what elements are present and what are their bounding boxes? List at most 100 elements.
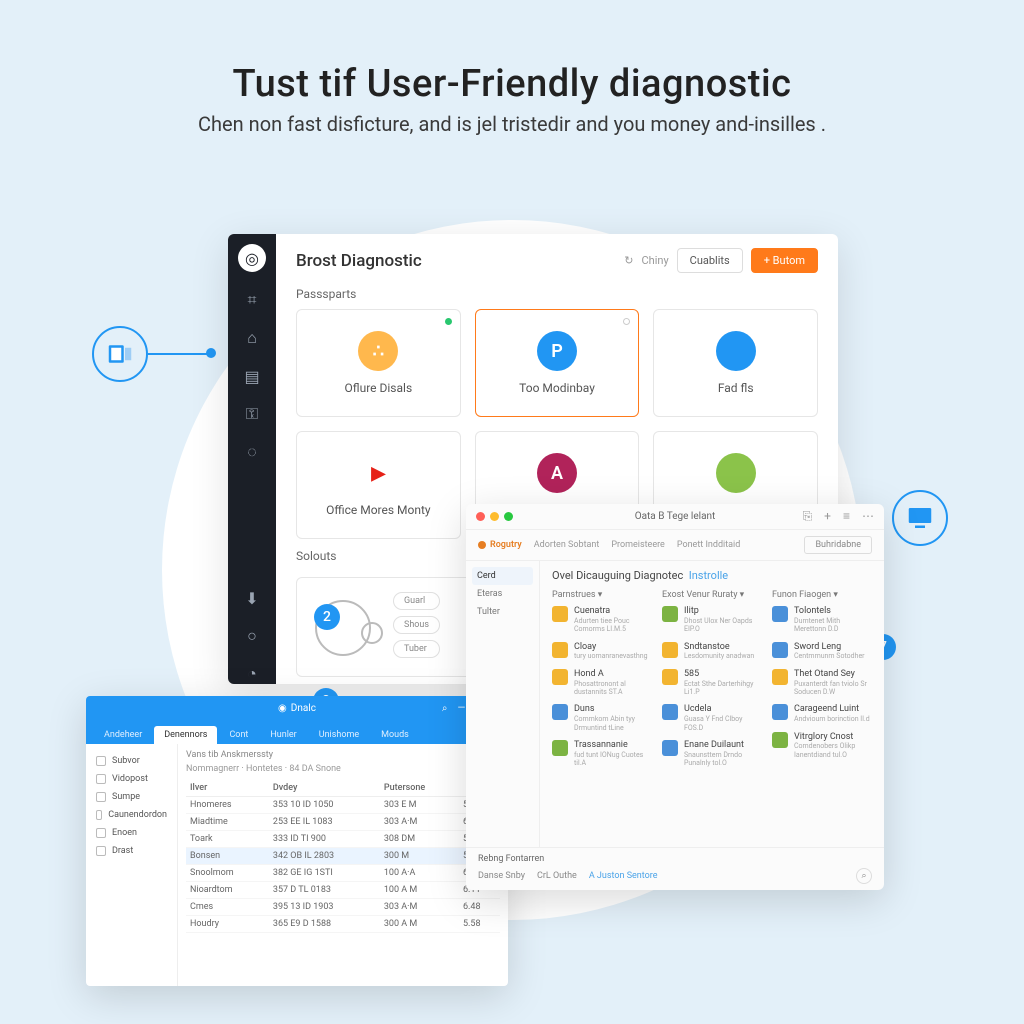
column-header[interactable]: Dvdey xyxy=(269,780,380,797)
sidebar-download-icon[interactable]: ⬇ xyxy=(242,588,262,608)
tab[interactable]: Hunler xyxy=(260,726,306,744)
item-label: UcdelaGuasa Y Fnd Clboy FOS.D xyxy=(684,704,762,732)
tab[interactable]: Andeheer xyxy=(94,726,152,744)
table-row[interactable]: Bonsen342 OB IL 2803300 M5.44 xyxy=(186,848,500,865)
sub-link[interactable]: Ponett Indditaid xyxy=(677,540,740,550)
chip[interactable]: Guarl xyxy=(393,592,440,610)
sidebar-key-icon[interactable]: ⚿ xyxy=(242,404,262,424)
item-label: DunsCommkom Abin tyy Drmuntind tLine xyxy=(574,704,652,732)
catalog-item[interactable]: Vitrglory CnostComdenobers Olikp Ianentd… xyxy=(772,732,872,760)
nav-item-label: Sumpe xyxy=(112,792,140,802)
table-row[interactable]: Toark333 ID TI 900308 DM5.48 xyxy=(186,831,500,848)
chip[interactable]: Shous xyxy=(393,616,440,634)
footer-item[interactable]: Danse Snby xyxy=(478,871,525,881)
column-header[interactable]: Putersone xyxy=(380,780,459,797)
nav-item[interactable]: Tulter xyxy=(472,603,533,621)
app-icon: ◉ xyxy=(278,703,287,714)
more-icon[interactable]: ⋯ xyxy=(862,509,874,524)
catalog-item[interactable]: Thet Otand SeyPuxanterdt fan tviolo Sr S… xyxy=(772,669,872,697)
sidebar-sliders-icon[interactable]: ⌗ xyxy=(242,290,262,310)
tab[interactable]: Cont xyxy=(219,726,258,744)
nav-item[interactable]: Subvor xyxy=(92,752,171,770)
sub-link[interactable]: Promeisteere xyxy=(611,540,665,550)
app-logo-icon[interactable]: ◎ xyxy=(238,244,266,272)
primary-button[interactable]: + Butom xyxy=(751,248,818,273)
catalog-item[interactable]: IlitpDhost Ulox Ner Oapds EIP.O xyxy=(662,606,762,634)
sidebar-dot-icon[interactable]: ○ xyxy=(242,626,262,646)
table-row[interactable]: Snoolmom382 GE IG 1STI100 A·A6.38 xyxy=(186,865,500,882)
search-icon[interactable]: ⌕ xyxy=(856,868,872,884)
window-title: Brost Diagnostic xyxy=(296,251,422,271)
sidebar-gauge-icon[interactable]: ◔ xyxy=(242,664,262,684)
tile-label: Oflure Disals xyxy=(345,381,413,395)
item-label: Vitrglory CnostComdenobers Olikp Ianentd… xyxy=(794,732,872,760)
table-row[interactable]: Nioardtom357 D TL 0183100 A M6.11 xyxy=(186,882,500,899)
footer-item[interactable]: CrL Outhe xyxy=(537,871,577,881)
data-table: IlverDvdeyPutersone Hnomeres353 10 ID 10… xyxy=(186,780,500,933)
catalog-item[interactable]: 585Ectat Sthe Darterhihgy Li1.P xyxy=(662,669,762,697)
column-header[interactable]: Ilver xyxy=(186,780,269,797)
catalog-item[interactable]: Sword LengCentmmunm Sotodher xyxy=(772,642,872,661)
sidebar-chat-icon[interactable]: ◌ xyxy=(242,442,262,462)
catalog-item[interactable]: UcdelaGuasa Y Fnd Clboy FOS.D xyxy=(662,704,762,732)
table-row[interactable]: Hnomeres353 10 ID 1050303 E M5 M xyxy=(186,797,500,814)
titlebar: ◉Dnalc ⌕ — ◻ ✕ xyxy=(86,696,508,720)
column-header[interactable]: Exost Venur Ruraty ▾ xyxy=(662,590,762,600)
table-cell: 333 ID TI 900 xyxy=(269,831,380,848)
add-icon[interactable]: + xyxy=(824,509,831,524)
catalog-item[interactable]: Carageend LuintAndvioum borinction Il.d xyxy=(772,704,872,723)
registry-pill[interactable]: Rogutry xyxy=(478,540,522,550)
tile-app-icon: ▶ xyxy=(358,453,398,493)
footer-link[interactable]: A Juston Sentore xyxy=(589,871,658,881)
nav-item[interactable]: Caunendordon xyxy=(92,806,171,824)
table-cell: 353 10 ID 1050 xyxy=(269,797,380,814)
table-row[interactable]: Cmes395 13 ID 1903303 A·M6.48 xyxy=(186,899,500,916)
catalog-item[interactable]: Trassannaniefud tunt IONug Cuotes til.A xyxy=(552,740,652,768)
hero-subtitle: Chen non fast disficture, and is jel tri… xyxy=(0,112,1024,136)
tab[interactable]: Mouds xyxy=(371,726,419,744)
catalog-item[interactable]: SndtanstoeLesdomunity anadwan xyxy=(662,642,762,661)
table-cell: 357 D TL 0183 xyxy=(269,882,380,899)
catalog-item[interactable]: DunsCommkom Abin tyy Drmuntind tLine xyxy=(552,704,652,732)
table-row[interactable]: Houdry365 E9 D 1588300 A M5.58 xyxy=(186,916,500,933)
item-icon xyxy=(662,704,678,720)
column-header[interactable]: Parnstrues ▾ xyxy=(552,590,652,600)
refresh-icon[interactable]: ↻ xyxy=(624,254,633,267)
minimize-icon[interactable]: — xyxy=(457,703,465,714)
tile-app-icon: P xyxy=(537,331,577,371)
traffic-lights[interactable] xyxy=(476,512,513,521)
item-icon xyxy=(662,642,678,658)
table-cell: Hnomeres xyxy=(186,797,269,814)
sidebar-home-icon[interactable]: ⌂ xyxy=(242,328,262,348)
catalog-item[interactable]: Enane DuilauntSnaunsttem Drndo Punalnly … xyxy=(662,740,762,768)
sub-button[interactable]: Buhridabne xyxy=(804,536,872,554)
column-header[interactable]: Funon Fiaogen ▾ xyxy=(772,590,872,600)
nav-item[interactable]: Cerd xyxy=(472,567,533,585)
catalog-item[interactable]: CuenatraAdurten tiee Pouc Comorms LI.M.5 xyxy=(552,606,652,634)
nav-item[interactable]: Sumpe xyxy=(92,788,171,806)
nav-item[interactable]: Vidopost xyxy=(92,770,171,788)
tab[interactable]: Unishome xyxy=(309,726,369,744)
outlook-float-icon xyxy=(92,326,148,382)
nav-item[interactable]: Drast xyxy=(92,842,171,860)
clipboard-icon[interactable]: ⎘ xyxy=(803,509,813,524)
sidebar-layers-icon[interactable]: ▤ xyxy=(242,366,262,386)
app-tile[interactable]: ∴Oflure Disals xyxy=(296,309,461,417)
table-row[interactable]: Miadtime253 EE IL 1083303 A·M6 M xyxy=(186,814,500,831)
nav-item[interactable]: Eteras xyxy=(472,585,533,603)
table-cell: 382 GE IG 1STI xyxy=(269,865,380,882)
catalog-item[interactable]: TolontelsDumtenet Mith Merettonn D.D xyxy=(772,606,872,634)
menu-icon[interactable]: ≡ xyxy=(843,509,850,524)
sub-link[interactable]: Adorten Sobtant xyxy=(534,540,600,550)
chip[interactable]: Tuber xyxy=(393,640,440,658)
catalog-item[interactable]: Hond APhosattronont al dustannits ST.A xyxy=(552,669,652,697)
nav-item-icon xyxy=(96,792,106,802)
search-icon[interactable]: ⌕ xyxy=(442,703,448,714)
app-tile[interactable]: Fad fls xyxy=(653,309,818,417)
catalog-item[interactable]: Cloaytury uomanranevasthng xyxy=(552,642,652,661)
nav-item[interactable]: Enoen xyxy=(92,824,171,842)
tab[interactable]: Denennors xyxy=(154,726,217,744)
app-tile[interactable]: ▶Office Mores Monty xyxy=(296,431,461,539)
secondary-button[interactable]: Cuablits xyxy=(677,248,743,273)
app-tile[interactable]: PToo Modinbay xyxy=(475,309,640,417)
